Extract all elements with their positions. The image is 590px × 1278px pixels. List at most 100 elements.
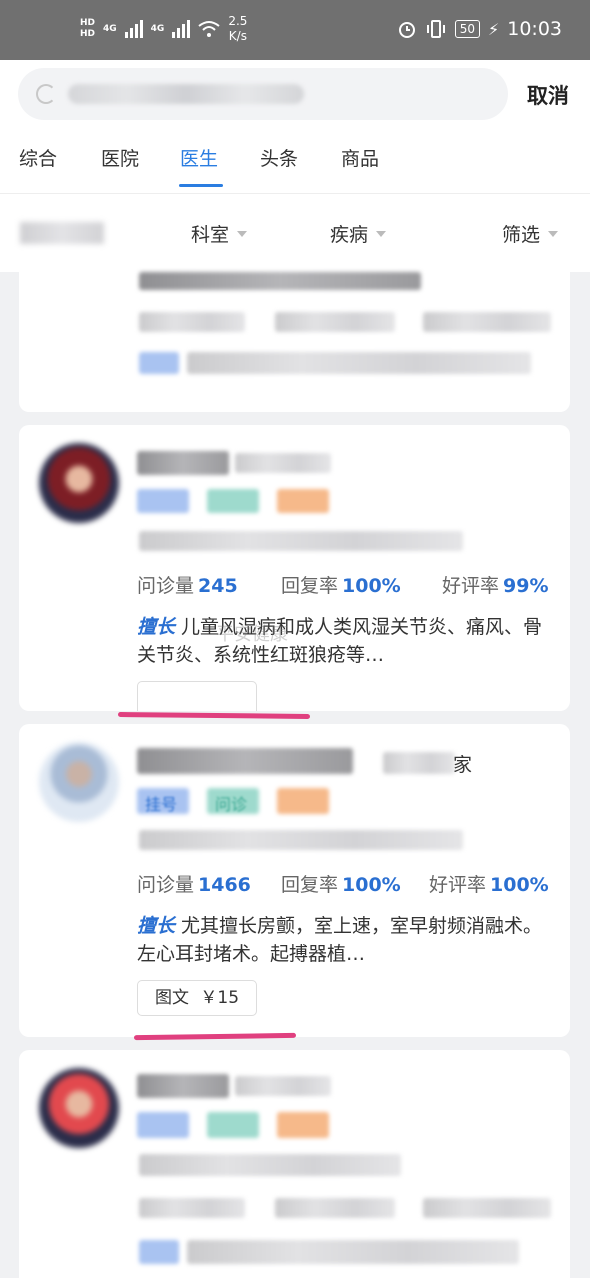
price-type: 图文 bbox=[155, 988, 189, 1008]
specialty-icon: 擅长 bbox=[137, 915, 176, 937]
redacted-tag bbox=[277, 788, 329, 814]
redacted-stat bbox=[423, 312, 551, 332]
redacted-hospital bbox=[139, 531, 463, 551]
reply-rate: 回复率 100% bbox=[281, 571, 401, 598]
search-header: 取消 综合 医院 医生 头条 商品 科室 疾病 筛选 bbox=[0, 60, 590, 272]
watermark: 平安健康 bbox=[216, 624, 288, 645]
redacted-name bbox=[137, 451, 229, 475]
tab-headlines[interactable]: 头条 bbox=[260, 144, 298, 171]
redacted-tag bbox=[137, 1112, 189, 1138]
redacted-specialty-icon bbox=[139, 1240, 179, 1264]
tab-comprehensive[interactable]: 综合 bbox=[19, 144, 57, 171]
reply-value: 100% bbox=[342, 874, 401, 896]
redacted-name bbox=[137, 748, 353, 774]
redacted-tag bbox=[207, 489, 259, 513]
hd-indicator: HD HD bbox=[80, 18, 95, 40]
tab-products[interactable]: 商品 bbox=[341, 144, 379, 171]
annotation-underline bbox=[117, 711, 311, 720]
charging-icon: ⚡ bbox=[488, 19, 500, 39]
active-tab-indicator bbox=[179, 184, 223, 187]
reply-label: 回复率 bbox=[281, 874, 339, 896]
redacted-stat bbox=[139, 312, 245, 332]
redacted-name bbox=[137, 1074, 229, 1098]
redacted-title bbox=[383, 752, 455, 774]
rating-value: 100% bbox=[490, 874, 549, 896]
network-type-2: 4G bbox=[150, 24, 165, 34]
name-suffix: 家 bbox=[453, 754, 473, 776]
rating-label: 好评率 bbox=[442, 575, 500, 597]
reply-rate: 回复率 100% bbox=[281, 870, 401, 897]
redacted-tag bbox=[207, 1112, 259, 1138]
network-speed: 2.5 K/s bbox=[228, 14, 247, 44]
redacted-tag bbox=[277, 489, 329, 513]
redacted-tag bbox=[137, 489, 189, 513]
doctor-card[interactable] bbox=[19, 272, 570, 412]
rating-rate: 好评率 99% bbox=[442, 571, 549, 598]
rating-value: 99% bbox=[503, 575, 549, 597]
redacted-hospital bbox=[139, 1154, 401, 1176]
reply-label: 回复率 bbox=[281, 575, 339, 597]
signal-icon bbox=[124, 20, 143, 38]
chevron-down-icon bbox=[376, 230, 387, 237]
result-tabs: 综合 医院 医生 头条 商品 bbox=[0, 144, 590, 194]
wifi-icon bbox=[198, 21, 220, 37]
specialty-text: 儿童风湿病和成人类风湿关节炎、痛风、骨关节炎、系统性红斑狼疮等… bbox=[137, 616, 543, 666]
dept-filter[interactable]: 科室 bbox=[191, 220, 248, 247]
tag-registration-label: 挂号 bbox=[145, 795, 178, 814]
consult-count: 问诊量 1466 bbox=[137, 870, 251, 897]
tab-doctor[interactable]: 医生 bbox=[180, 144, 218, 171]
redacted-stat bbox=[423, 1198, 551, 1218]
hd-label-2: HD bbox=[80, 29, 96, 39]
hd-label-1: HD bbox=[80, 18, 96, 28]
rating-label: 好评率 bbox=[429, 874, 487, 896]
consult-label: 问诊量 bbox=[137, 874, 195, 896]
screen-filter[interactable]: 筛选 bbox=[502, 220, 559, 247]
location-filter-redacted[interactable] bbox=[20, 222, 104, 244]
signal-icon-2 bbox=[172, 20, 191, 38]
battery-icon: 50 bbox=[454, 20, 480, 38]
price-button[interactable]: 图文 ￥15 bbox=[137, 980, 258, 1016]
redacted-specialty-icon bbox=[139, 352, 179, 374]
dept-filter-label: 科室 bbox=[191, 224, 230, 246]
reply-value: 100% bbox=[342, 575, 401, 597]
redacted-stat bbox=[275, 1198, 395, 1218]
loading-icon bbox=[36, 84, 56, 104]
divider bbox=[0, 193, 590, 194]
vibrate-icon bbox=[426, 20, 445, 38]
consult-value: 1466 bbox=[198, 874, 251, 896]
network-type-1: 4G bbox=[103, 24, 117, 34]
tab-hospital[interactable]: 医院 bbox=[101, 144, 139, 171]
redacted-specialty bbox=[187, 352, 531, 374]
annotation-underline bbox=[133, 1032, 297, 1041]
specialty: 擅长 尤其擅长房颤，室上速，室早射频消融术。左心耳封堵术。起搏器植… bbox=[137, 912, 547, 968]
specialty: 擅长 儿童风湿病和成人类风湿关节炎、痛风、骨关节炎、系统性红斑狼疮等… bbox=[137, 613, 547, 669]
search-query-redacted bbox=[68, 84, 304, 104]
tag-consult-label: 问诊 bbox=[215, 795, 248, 814]
doctor-card[interactable] bbox=[19, 1050, 570, 1278]
specialty-icon: 擅长 bbox=[137, 616, 176, 638]
alarm-icon bbox=[398, 22, 415, 38]
redacted-title bbox=[235, 453, 331, 473]
disease-filter-label: 疾病 bbox=[330, 224, 369, 246]
redacted-specialty bbox=[187, 1240, 519, 1264]
rating-rate: 好评率 100% bbox=[429, 870, 549, 897]
avatar bbox=[39, 443, 119, 523]
specialty-text: 尤其擅长房颤，室上速，室早射频消融术。左心耳封堵术。起搏器植… bbox=[137, 915, 543, 965]
consult-count: 问诊量 245 bbox=[137, 571, 238, 598]
price-button[interactable] bbox=[137, 681, 257, 711]
redacted-stat bbox=[139, 1198, 245, 1218]
screen-filter-label: 筛选 bbox=[502, 224, 541, 246]
speed-unit: K/s bbox=[228, 29, 247, 43]
cancel-button[interactable]: 取消 bbox=[527, 80, 569, 110]
clock: 10:03 bbox=[507, 18, 562, 40]
doctor-card[interactable]: 家 挂号 问诊 问诊量 1466 回复率 100% 好评率 100% 擅长 尤其擅长房颤… bbox=[19, 724, 570, 1037]
avatar bbox=[39, 1068, 119, 1148]
disease-filter[interactable]: 疾病 bbox=[330, 220, 387, 247]
search-input[interactable] bbox=[18, 68, 508, 120]
doctor-card[interactable]: 问诊量 245 回复率 100% 好评率 99% 擅长 儿童风湿病和成人类风湿关节炎、痛… bbox=[19, 425, 570, 711]
redacted-stat bbox=[275, 312, 395, 332]
redacted-text bbox=[139, 272, 421, 290]
avatar bbox=[39, 742, 119, 822]
chevron-down-icon bbox=[237, 230, 248, 237]
price-value: ￥15 bbox=[200, 988, 240, 1008]
